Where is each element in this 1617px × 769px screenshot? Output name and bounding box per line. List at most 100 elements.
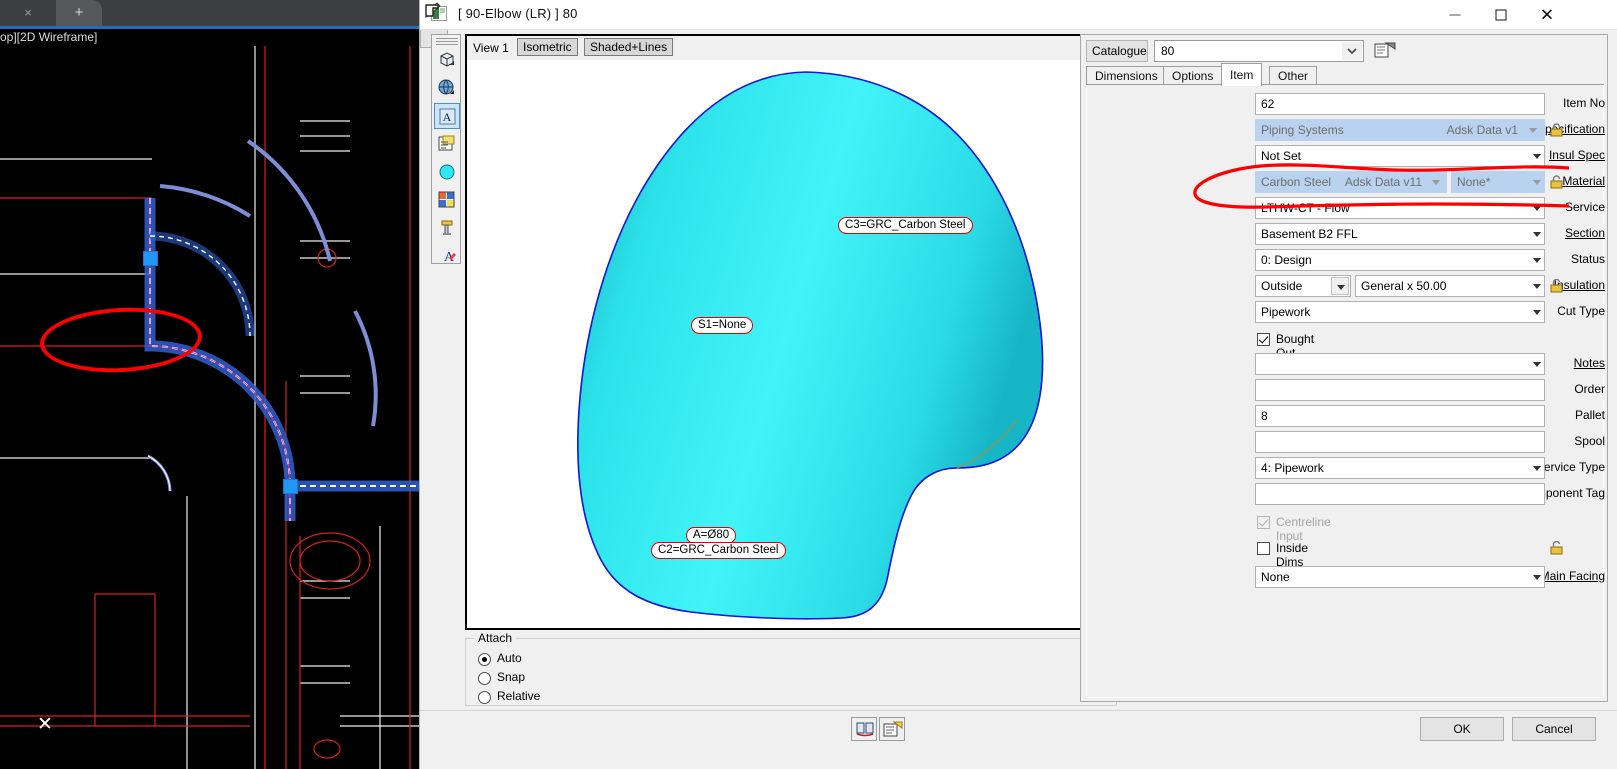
tab-options[interactable]: Options: [1163, 66, 1223, 85]
annotation-text-icon[interactable]: A: [434, 103, 460, 129]
bottom-divider: [420, 710, 1617, 711]
chevron-down-icon[interactable]: [1533, 154, 1541, 159]
shading-sphere-icon[interactable]: [434, 159, 460, 185]
specification-secondary: Adsk Data v1: [1446, 123, 1518, 137]
section-value: Basement B2 FFL: [1261, 227, 1358, 241]
rotate-view-icon[interactable]: [434, 47, 460, 73]
properties-note-icon[interactable]: [434, 131, 460, 157]
attach-snap-label: Snap: [497, 670, 526, 684]
catalogue-label: Catalogue: [1086, 40, 1148, 62]
connector-c3-label: C3=GRC_Carbon Steel: [838, 217, 973, 234]
unlock-icon[interactable]: [1550, 540, 1563, 555]
dimension-tool-icon[interactable]: [434, 215, 460, 241]
elbow-properties-dialog: [ 90-Elbow (LR) ] 80 ✕ A A View 1 Isomet…: [419, 0, 1617, 769]
grip-handle[interactable]: [143, 251, 158, 266]
maximize-button[interactable]: [1478, 0, 1524, 30]
grip-handle[interactable]: [283, 479, 298, 494]
service-value: LTHW-CT - Flow: [1261, 201, 1350, 215]
field-spool: Spool: [1087, 431, 1605, 453]
view-display-button[interactable]: Shaded+Lines: [584, 38, 674, 56]
order-input[interactable]: [1255, 379, 1545, 401]
lock-icon[interactable]: [1550, 175, 1563, 189]
toolbar-drag-handle[interactable]: [436, 38, 458, 45]
field-status: Status 0: Design: [1087, 249, 1605, 271]
dialog-title-bar[interactable]: [ 90-Elbow (LR) ] 80 ✕: [420, 0, 1617, 30]
viewport-label: op][2D Wireframe]: [0, 30, 98, 44]
attach-group: Attach Auto Snap Relative: [465, 631, 1117, 706]
field-insul-spec: Insul Spec Not Set: [1087, 145, 1605, 167]
chevron-down-icon[interactable]: [1432, 180, 1440, 185]
insul-spec-value: Not Set: [1261, 149, 1302, 163]
service-type-value: 4: Pipework: [1261, 461, 1324, 475]
chevron-down-icon[interactable]: [1533, 310, 1541, 315]
note-properties-icon-button[interactable]: [879, 717, 905, 741]
chevron-down-icon[interactable]: [1533, 284, 1541, 289]
main-facing-select[interactable]: None: [1255, 566, 1545, 588]
field-notes: Notes: [1087, 353, 1605, 375]
field-insulation: Insulation Outside General x 50.00: [1087, 275, 1605, 297]
attach-legend: Attach: [474, 631, 517, 645]
material-spec-value: None*: [1457, 175, 1491, 189]
accent-divider: [0, 26, 430, 29]
field-material: Material Carbon Steel Adsk Data v11 None…: [1087, 171, 1605, 193]
view-orientation-button[interactable]: Isometric: [517, 38, 578, 56]
chevron-down-icon[interactable]: [1533, 362, 1541, 367]
radio-indicator: [478, 672, 491, 685]
status-select[interactable]: 0: Design: [1255, 249, 1545, 271]
property-tabs: Dimensions Options Item Other: [1086, 63, 1604, 86]
ok-button[interactable]: OK: [1420, 717, 1504, 741]
chevron-down-icon[interactable]: [1529, 128, 1537, 133]
chevron-down-icon[interactable]: [1342, 42, 1362, 60]
close-button[interactable]: ✕: [1524, 0, 1570, 30]
viewport-canvas[interactable]: C3=GRC_Carbon Steel S1=None A=Ø80 C2=GRC…: [469, 60, 1113, 626]
insulation-spec-value: General x 50.00: [1361, 279, 1447, 293]
insulation-spec-select[interactable]: General x 50.00: [1355, 275, 1545, 297]
material-secondary: Adsk Data v11: [1344, 175, 1422, 189]
autocad-drawing-canvas[interactable]: [0, 26, 430, 769]
new-tab-icon[interactable]: +: [56, 0, 102, 26]
pallet-input[interactable]: 8: [1255, 405, 1545, 427]
lock-icon[interactable]: [1550, 123, 1563, 137]
chevron-down-icon[interactable]: [1331, 277, 1349, 295]
item-no-input[interactable]: 62: [1255, 93, 1545, 115]
chevron-down-icon[interactable]: [1533, 466, 1541, 471]
insulation-select[interactable]: Outside: [1255, 275, 1351, 297]
tab-item[interactable]: Item: [1221, 63, 1263, 86]
status-value: 0: Design: [1261, 253, 1312, 267]
unlock-icon[interactable]: [1550, 278, 1563, 293]
catalogue-select[interactable]: 80: [1154, 40, 1364, 62]
field-component-tag: Component Tag: [1087, 483, 1605, 505]
view-toolbar: A A: [431, 34, 461, 265]
service-select[interactable]: LTHW-CT - Flow: [1255, 197, 1545, 219]
chevron-down-icon[interactable]: [1533, 206, 1541, 211]
insul-spec-select[interactable]: Not Set: [1255, 145, 1545, 167]
spool-input[interactable]: [1255, 431, 1545, 453]
catalogue-browse-icon[interactable]: [1373, 40, 1397, 62]
chevron-down-icon[interactable]: [1533, 575, 1541, 580]
field-main-facing: Main Facing None: [1087, 566, 1605, 588]
close-icon[interactable]: ×: [18, 4, 38, 22]
minimize-button[interactable]: [1432, 0, 1478, 30]
cut-type-select[interactable]: Pipework: [1255, 301, 1545, 323]
chevron-down-icon[interactable]: [1533, 258, 1541, 263]
specification-select[interactable]: Piping Systems Adsk Data v1: [1255, 119, 1545, 141]
cancel-button[interactable]: Cancel: [1512, 717, 1596, 741]
section-select[interactable]: Basement B2 FFL: [1255, 223, 1545, 245]
tab-dimensions[interactable]: Dimensions: [1086, 66, 1167, 85]
globe-icon[interactable]: [434, 75, 460, 101]
chevron-down-icon[interactable]: [1533, 180, 1541, 185]
font-tool-icon[interactable]: A: [434, 243, 460, 269]
book-icon-button[interactable]: [851, 717, 877, 741]
grid-colors-icon[interactable]: [434, 187, 460, 213]
material-spec-select[interactable]: None*: [1451, 171, 1545, 193]
field-service-type: Service Type 4: Pipework: [1087, 457, 1605, 479]
tab-other[interactable]: Other: [1269, 66, 1318, 85]
service-type-select[interactable]: 4: Pipework: [1255, 457, 1545, 479]
chevron-down-icon[interactable]: [1533, 232, 1541, 237]
material-select[interactable]: Carbon Steel Adsk Data v11: [1255, 171, 1447, 193]
viewport-header: View 1 Isometric Shaded+Lines: [467, 36, 1115, 60]
component-tag-input[interactable]: [1255, 483, 1545, 505]
notes-select[interactable]: [1255, 353, 1545, 375]
autocad-tab-strip[interactable]: × +: [0, 0, 430, 26]
field-specification: Specification Piping Systems Adsk Data v…: [1087, 119, 1605, 141]
